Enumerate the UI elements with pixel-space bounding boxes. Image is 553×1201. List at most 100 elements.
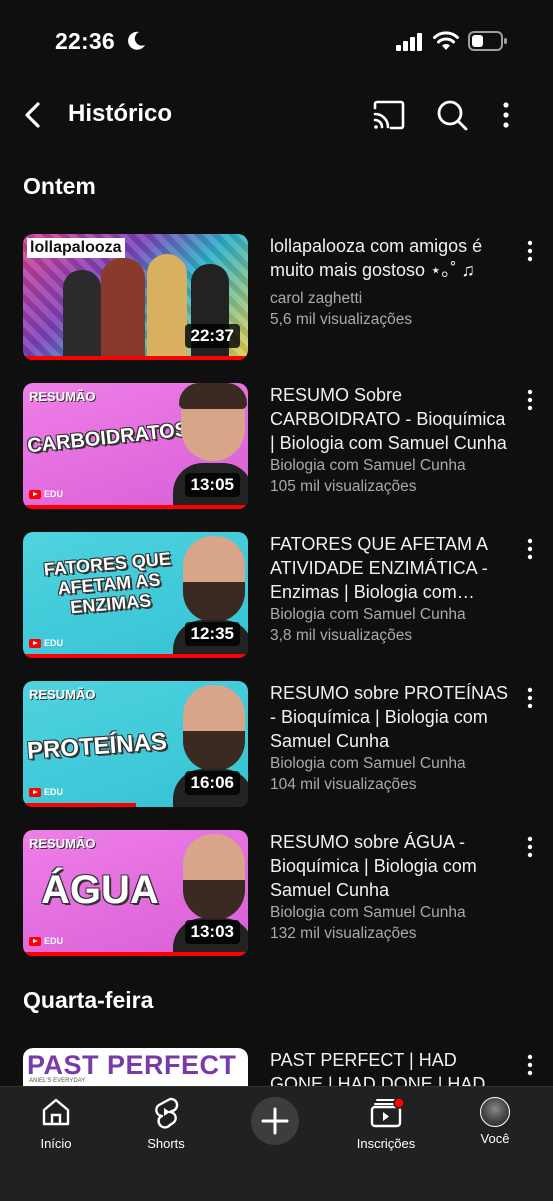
presenter-hair <box>179 383 247 409</box>
view-count: 3,8 mil visualizações <box>270 627 413 644</box>
channel-name: carol zaghetti <box>270 290 363 307</box>
video-thumbnail[interactable]: RESUMÃO PROTEÍNAS EDU 16:06 <box>23 681 248 807</box>
thumbnail-caption: FATORES QUE AFETAM AS ENZIMAS <box>42 548 172 618</box>
search-icon[interactable] <box>433 96 471 134</box>
edu-badge: EDU <box>29 936 63 946</box>
video-duration: 12:35 <box>184 622 240 646</box>
view-count: 104 mil visualizações <box>270 776 417 793</box>
video-thumbnail[interactable]: FATORES QUE AFETAM AS ENZIMAS EDU 12:35 <box>23 532 248 658</box>
plus-icon <box>261 1107 289 1135</box>
youtube-logo-icon <box>29 787 41 797</box>
thumbnail-subtitle: ANIEL'S EVERYDAY <box>29 1078 86 1084</box>
person-silhouette <box>147 254 187 360</box>
thumbnail-caption: PAST PERFECT <box>27 1050 237 1080</box>
more-vertical-icon[interactable] <box>519 536 541 562</box>
video-title[interactable]: RESUMO sobre ÁGUA - Bioquímica | Biologi… <box>270 830 510 902</box>
video-title[interactable]: RESUMO Sobre CARBOIDRATO - Bioquímica | … <box>270 383 510 455</box>
nav-shorts[interactable]: Shorts <box>121 1095 211 1151</box>
youtube-logo-icon <box>29 489 41 499</box>
more-vertical-icon[interactable] <box>519 238 541 264</box>
nav-subscriptions-label: Inscrições <box>356 1136 416 1151</box>
home-icon <box>42 1098 70 1126</box>
youtube-logo-icon <box>29 936 41 946</box>
nav-you-label: Você <box>480 1131 510 1146</box>
presenter-beard <box>183 880 245 920</box>
bottom-navigation: Início Shorts Inscrições Você <box>0 1086 553 1201</box>
video-info: RESUMO Sobre CARBOIDRATO - Bioquímica | … <box>270 383 510 497</box>
more-vertical-icon[interactable] <box>498 96 514 134</box>
view-count: 105 mil visualizações <box>270 478 417 495</box>
video-thumbnail[interactable]: PAST PERFECT ANIEL'S EVERYDAY <box>23 1048 248 1086</box>
more-vertical-icon[interactable] <box>519 387 541 413</box>
video-info: lollapalooza com amigos é muito mais gos… <box>270 234 510 330</box>
channel-name: Biologia com Samuel Cunha <box>270 755 466 772</box>
wifi-icon <box>433 31 459 50</box>
view-count: 5,6 mil visualizações <box>270 311 413 328</box>
nav-home[interactable]: Início <box>11 1095 101 1151</box>
channel-name: Biologia com Samuel Cunha <box>270 904 466 921</box>
video-row[interactable]: RESUMÃO ÁGUA EDU 13:03 RESUMO sobre ÁGUA… <box>0 830 553 958</box>
video-row[interactable]: RESUMÃO CARBOIDRATOS EDU 13:05 RESUMO So… <box>0 383 553 511</box>
battery-icon <box>468 31 507 51</box>
shorts-icon <box>155 1097 179 1129</box>
youtube-logo-icon <box>29 638 41 648</box>
nav-you[interactable]: Você <box>450 1095 540 1146</box>
moon-icon <box>128 31 145 50</box>
video-title[interactable]: FATORES QUE AFETAM A ATIVIDADE ENZIMÁTIC… <box>270 532 510 604</box>
status-time: 22:36 <box>55 28 115 54</box>
watch-progress-bar <box>23 803 136 807</box>
edu-badge: EDU <box>29 638 63 648</box>
more-vertical-icon[interactable] <box>519 685 541 711</box>
nav-home-label: Início <box>40 1136 72 1151</box>
thumbnail-caption: PROTEÍNAS <box>26 728 168 765</box>
thumbnail-tag: RESUMÃO <box>29 389 96 404</box>
person-silhouette <box>101 258 145 360</box>
video-thumbnail[interactable]: RESUMÃO ÁGUA EDU 13:03 <box>23 830 248 956</box>
video-row[interactable]: RESUMÃO PROTEÍNAS EDU 16:06 RESUMO sobre… <box>0 681 553 809</box>
section-heading-ontem: Ontem <box>23 173 96 199</box>
video-row[interactable]: FATORES QUE AFETAM AS ENZIMAS EDU 12:35 … <box>0 532 553 660</box>
video-duration: 22:37 <box>184 324 240 348</box>
status-bar: 22:36 <box>0 0 553 84</box>
video-duration: 13:05 <box>184 473 240 497</box>
section-heading-quarta-feira: Quarta-feira <box>23 987 154 1013</box>
video-row[interactable]: PAST PERFECT ANIEL'S EVERYDAY PAST PERFE… <box>0 1048 553 1086</box>
watch-progress-bar <box>23 505 248 509</box>
video-row[interactable]: lollapalooza 22:37 lollapalooza com amig… <box>0 234 553 362</box>
top-app-bar: Histórico <box>0 90 553 140</box>
nav-subscriptions[interactable]: Inscrições <box>341 1095 431 1151</box>
thumbnail-caption: ÁGUA <box>41 868 159 912</box>
channel-name: Biologia com Samuel Cunha <box>270 457 466 474</box>
edu-badge: EDU <box>29 489 63 499</box>
video-thumbnail[interactable]: lollapalooza 22:37 <box>23 234 248 360</box>
presenter-beard <box>183 582 245 622</box>
view-count: 132 mil visualizações <box>270 925 417 942</box>
video-info: PAST PERFECT | HAD GONE | HAD DONE | HAD <box>270 1048 510 1086</box>
thumbnail-tag: RESUMÃO <box>29 687 96 702</box>
more-vertical-icon[interactable] <box>519 1052 541 1078</box>
thumbnail-caption: CARBOIDRATOS <box>26 418 190 458</box>
create-button[interactable] <box>251 1097 299 1145</box>
back-arrow-icon[interactable] <box>18 98 48 132</box>
watch-progress-bar <box>23 356 248 360</box>
cast-icon[interactable] <box>370 96 408 134</box>
page-title: Histórico <box>68 100 173 127</box>
video-title[interactable]: RESUMO sobre PROTEÍNAS - Bioquímica | Bi… <box>270 681 510 753</box>
more-vertical-icon[interactable] <box>519 834 541 860</box>
video-duration: 16:06 <box>184 771 240 795</box>
presenter-beard <box>183 731 245 771</box>
video-info: FATORES QUE AFETAM A ATIVIDADE ENZIMÁTIC… <box>270 532 510 646</box>
video-thumbnail[interactable]: RESUMÃO CARBOIDRATOS EDU 13:05 <box>23 383 248 509</box>
channel-name: Biologia com Samuel Cunha <box>270 606 466 623</box>
video-title[interactable]: PAST PERFECT | HAD GONE | HAD DONE | HAD <box>270 1048 510 1086</box>
video-info: RESUMO sobre PROTEÍNAS - Bioquímica | Bi… <box>270 681 510 795</box>
edu-badge: EDU <box>29 787 63 797</box>
person-silhouette <box>63 270 101 360</box>
watch-progress-bar <box>23 654 248 658</box>
subscriptions-icon <box>370 1097 405 1128</box>
video-title[interactable]: lollapalooza com amigos é muito mais gos… <box>270 234 510 282</box>
avatar <box>480 1097 510 1127</box>
cellular-signal-icon <box>396 33 422 51</box>
thumbnail-tag: RESUMÃO <box>29 836 96 851</box>
video-duration: 13:03 <box>184 920 240 944</box>
